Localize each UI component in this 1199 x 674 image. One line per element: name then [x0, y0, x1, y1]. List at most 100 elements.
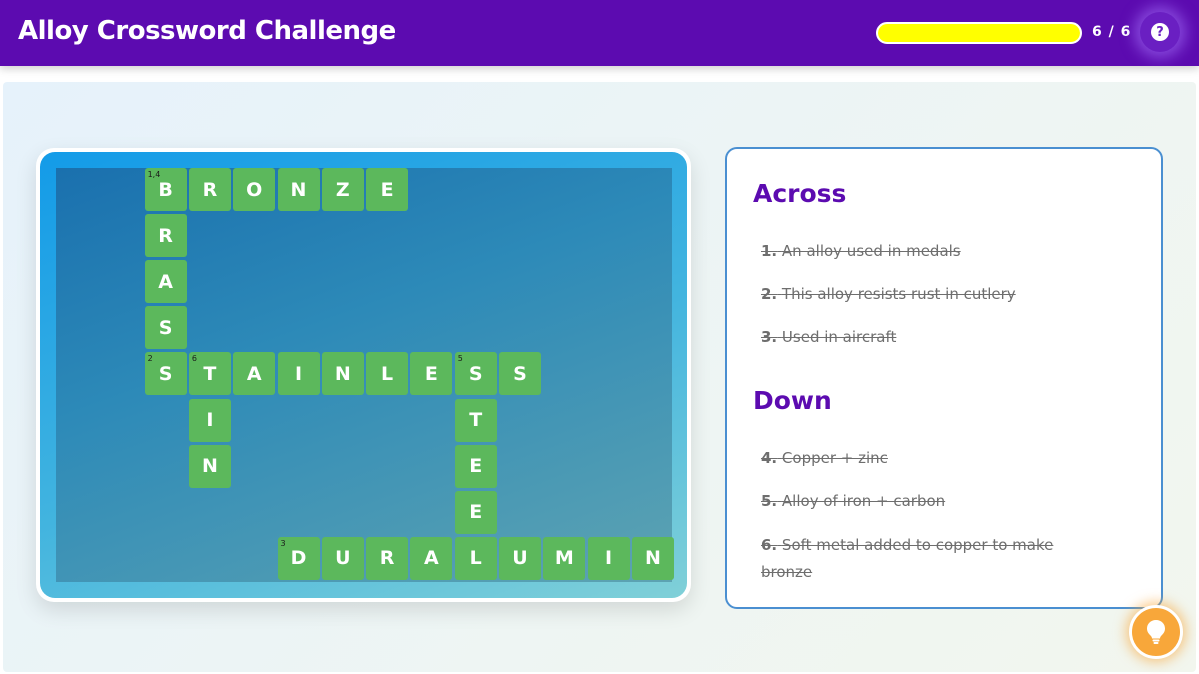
cell-letter: E [424, 362, 438, 385]
cell-letter: A [424, 547, 439, 570]
cell-letter: E [380, 178, 394, 201]
crossword-cell[interactable]: E [410, 352, 453, 396]
clue-text: Soft metal added to copper to make bronz… [761, 536, 1054, 581]
cell-letter: Z [335, 178, 350, 201]
cell-letter: T [203, 362, 217, 385]
cell-letter: I [206, 409, 214, 431]
crossword-cell[interactable]: I [277, 352, 320, 396]
lightbulb-icon [1147, 620, 1165, 644]
clue-down-4: 4. Copper + zinc [761, 445, 1061, 472]
crossword-cell[interactable]: N [277, 168, 320, 211]
app-title: Alloy Crossword Challenge [18, 16, 396, 46]
cell-letter: U [335, 547, 351, 570]
clue-across-2: 2. This alloy resists rust in cutlery [761, 281, 1061, 308]
clue-number: 6. [761, 536, 778, 554]
help-button[interactable]: ? [1140, 12, 1180, 52]
crossword-cell[interactable]: Z [321, 168, 364, 211]
cell-letter: L [469, 547, 482, 570]
clue-number: 1. [761, 242, 778, 260]
crossword-cell[interactable]: L [366, 352, 409, 396]
cell-number: 2 [147, 354, 153, 364]
crossword-cell[interactable]: E [366, 168, 409, 211]
crossword-cell[interactable]: R [366, 536, 409, 580]
crossword-cell[interactable]: E [454, 490, 497, 534]
crossword-cell[interactable]: T [454, 398, 497, 442]
crossword-cell[interactable]: 2S [144, 352, 187, 396]
crossword-cell[interactable]: L [454, 536, 497, 580]
crossword-cell[interactable]: R [188, 168, 231, 211]
cell-letter: A [158, 270, 173, 293]
cell-letter: N [201, 455, 218, 478]
clue-text: Alloy of iron + carbon [781, 492, 946, 510]
crossword-cell[interactable]: R [144, 214, 187, 258]
cell-letter: N [644, 547, 661, 570]
clue-number: 5. [761, 492, 778, 510]
crossword-cell[interactable]: S [499, 352, 541, 396]
cell-letter: E [469, 501, 483, 524]
cell-letter: S [158, 362, 173, 385]
cell-number: 5 [457, 354, 463, 364]
clue-number: 3. [761, 328, 778, 346]
hint-button[interactable] [1129, 605, 1183, 659]
cell-letter: S [158, 316, 173, 339]
clue-text: This alloy resists rust in cutlery [781, 285, 1016, 303]
cell-letter: B [158, 178, 173, 201]
cell-letter: M [554, 547, 574, 570]
clue-down-6: 6. Soft metal added to copper to make br… [761, 532, 1061, 586]
across-heading: Across [753, 179, 847, 208]
clues-panel: Across 1. An alloy used in medals 2. Thi… [725, 147, 1163, 609]
clue-number: 4. [761, 449, 778, 467]
crossword-cell[interactable]: O [233, 168, 276, 211]
cell-letter: N [334, 362, 351, 385]
crossword-panel: 1,4 B R O N Z E R A S 2 S 6 T A I N L E 5 S S I T N E E 3 D U R A L U M I N [36, 148, 691, 602]
crossword-cell[interactable]: 6T [188, 352, 231, 396]
cell-letter: I [605, 547, 613, 570]
cell-letter: T [469, 409, 483, 431]
cell-number: 1,4 [147, 170, 161, 179]
clue-text: An alloy used in medals [781, 242, 961, 260]
crossword-cell[interactable]: M [543, 536, 586, 580]
cell-letter: O [246, 178, 263, 201]
cell-letter: R [202, 178, 218, 201]
progress-counter: 6 / 6 [1092, 24, 1132, 40]
crossword-cell[interactable]: N [321, 352, 364, 396]
cell-letter: S [468, 362, 483, 385]
cell-letter: D [290, 547, 307, 570]
crossword-grid: 1,4 B R O N Z E R A S 2 S 6 T A I N L E 5 S S I T N E E 3 D U R A L U M I N [56, 168, 674, 582]
crossword-cell[interactable]: 5S [454, 352, 497, 396]
crossword-cell[interactable]: U [321, 536, 364, 580]
crossword-cell[interactable]: 1,4 B [144, 168, 187, 211]
clue-number: 2. [761, 285, 778, 303]
crossword-cell[interactable]: E [454, 444, 497, 488]
question-mark-icon: ? [1151, 23, 1169, 41]
cell-letter: A [246, 362, 262, 385]
cell-number: 6 [191, 354, 197, 364]
progress-bar-fill [878, 24, 1080, 42]
clue-text: Copper + zinc [781, 449, 888, 467]
progress-bar [876, 22, 1082, 44]
cell-letter: I [294, 362, 303, 385]
crossword-cell[interactable]: A [144, 260, 187, 304]
crossword-frame: 1,4 B R O N Z E R A S 2 S 6 T A I N L E 5 S S I T N E E 3 D U R A L U M I N [40, 152, 687, 598]
clue-down-5: 5. Alloy of iron + carbon [761, 488, 1061, 515]
cell-letter: N [290, 178, 307, 201]
cell-letter: U [512, 547, 528, 570]
crossword-cell[interactable]: 3D [277, 536, 320, 580]
crossword-cell[interactable]: S [144, 306, 187, 350]
crossword-cell[interactable]: N [188, 444, 231, 488]
cell-letter: L [381, 362, 394, 385]
crossword-cell[interactable]: U [499, 536, 541, 580]
crossword-cell[interactable]: A [233, 352, 276, 396]
cell-letter: R [158, 224, 173, 247]
cell-number: 3 [280, 538, 286, 548]
crossword-cell[interactable]: I [587, 536, 630, 580]
down-heading: Down [753, 386, 832, 415]
clue-across-3: 3. Used in aircraft [761, 324, 1061, 351]
app-header: Alloy Crossword Challenge 6 / 6 ? [0, 0, 1199, 66]
crossword-cell[interactable]: N [631, 536, 674, 580]
crossword-cell[interactable]: I [188, 398, 231, 442]
clue-across-1: 1. An alloy used in medals [761, 238, 1061, 265]
cell-letter: E [469, 455, 483, 478]
cell-letter: S [513, 362, 527, 385]
crossword-cell[interactable]: A [410, 536, 453, 580]
